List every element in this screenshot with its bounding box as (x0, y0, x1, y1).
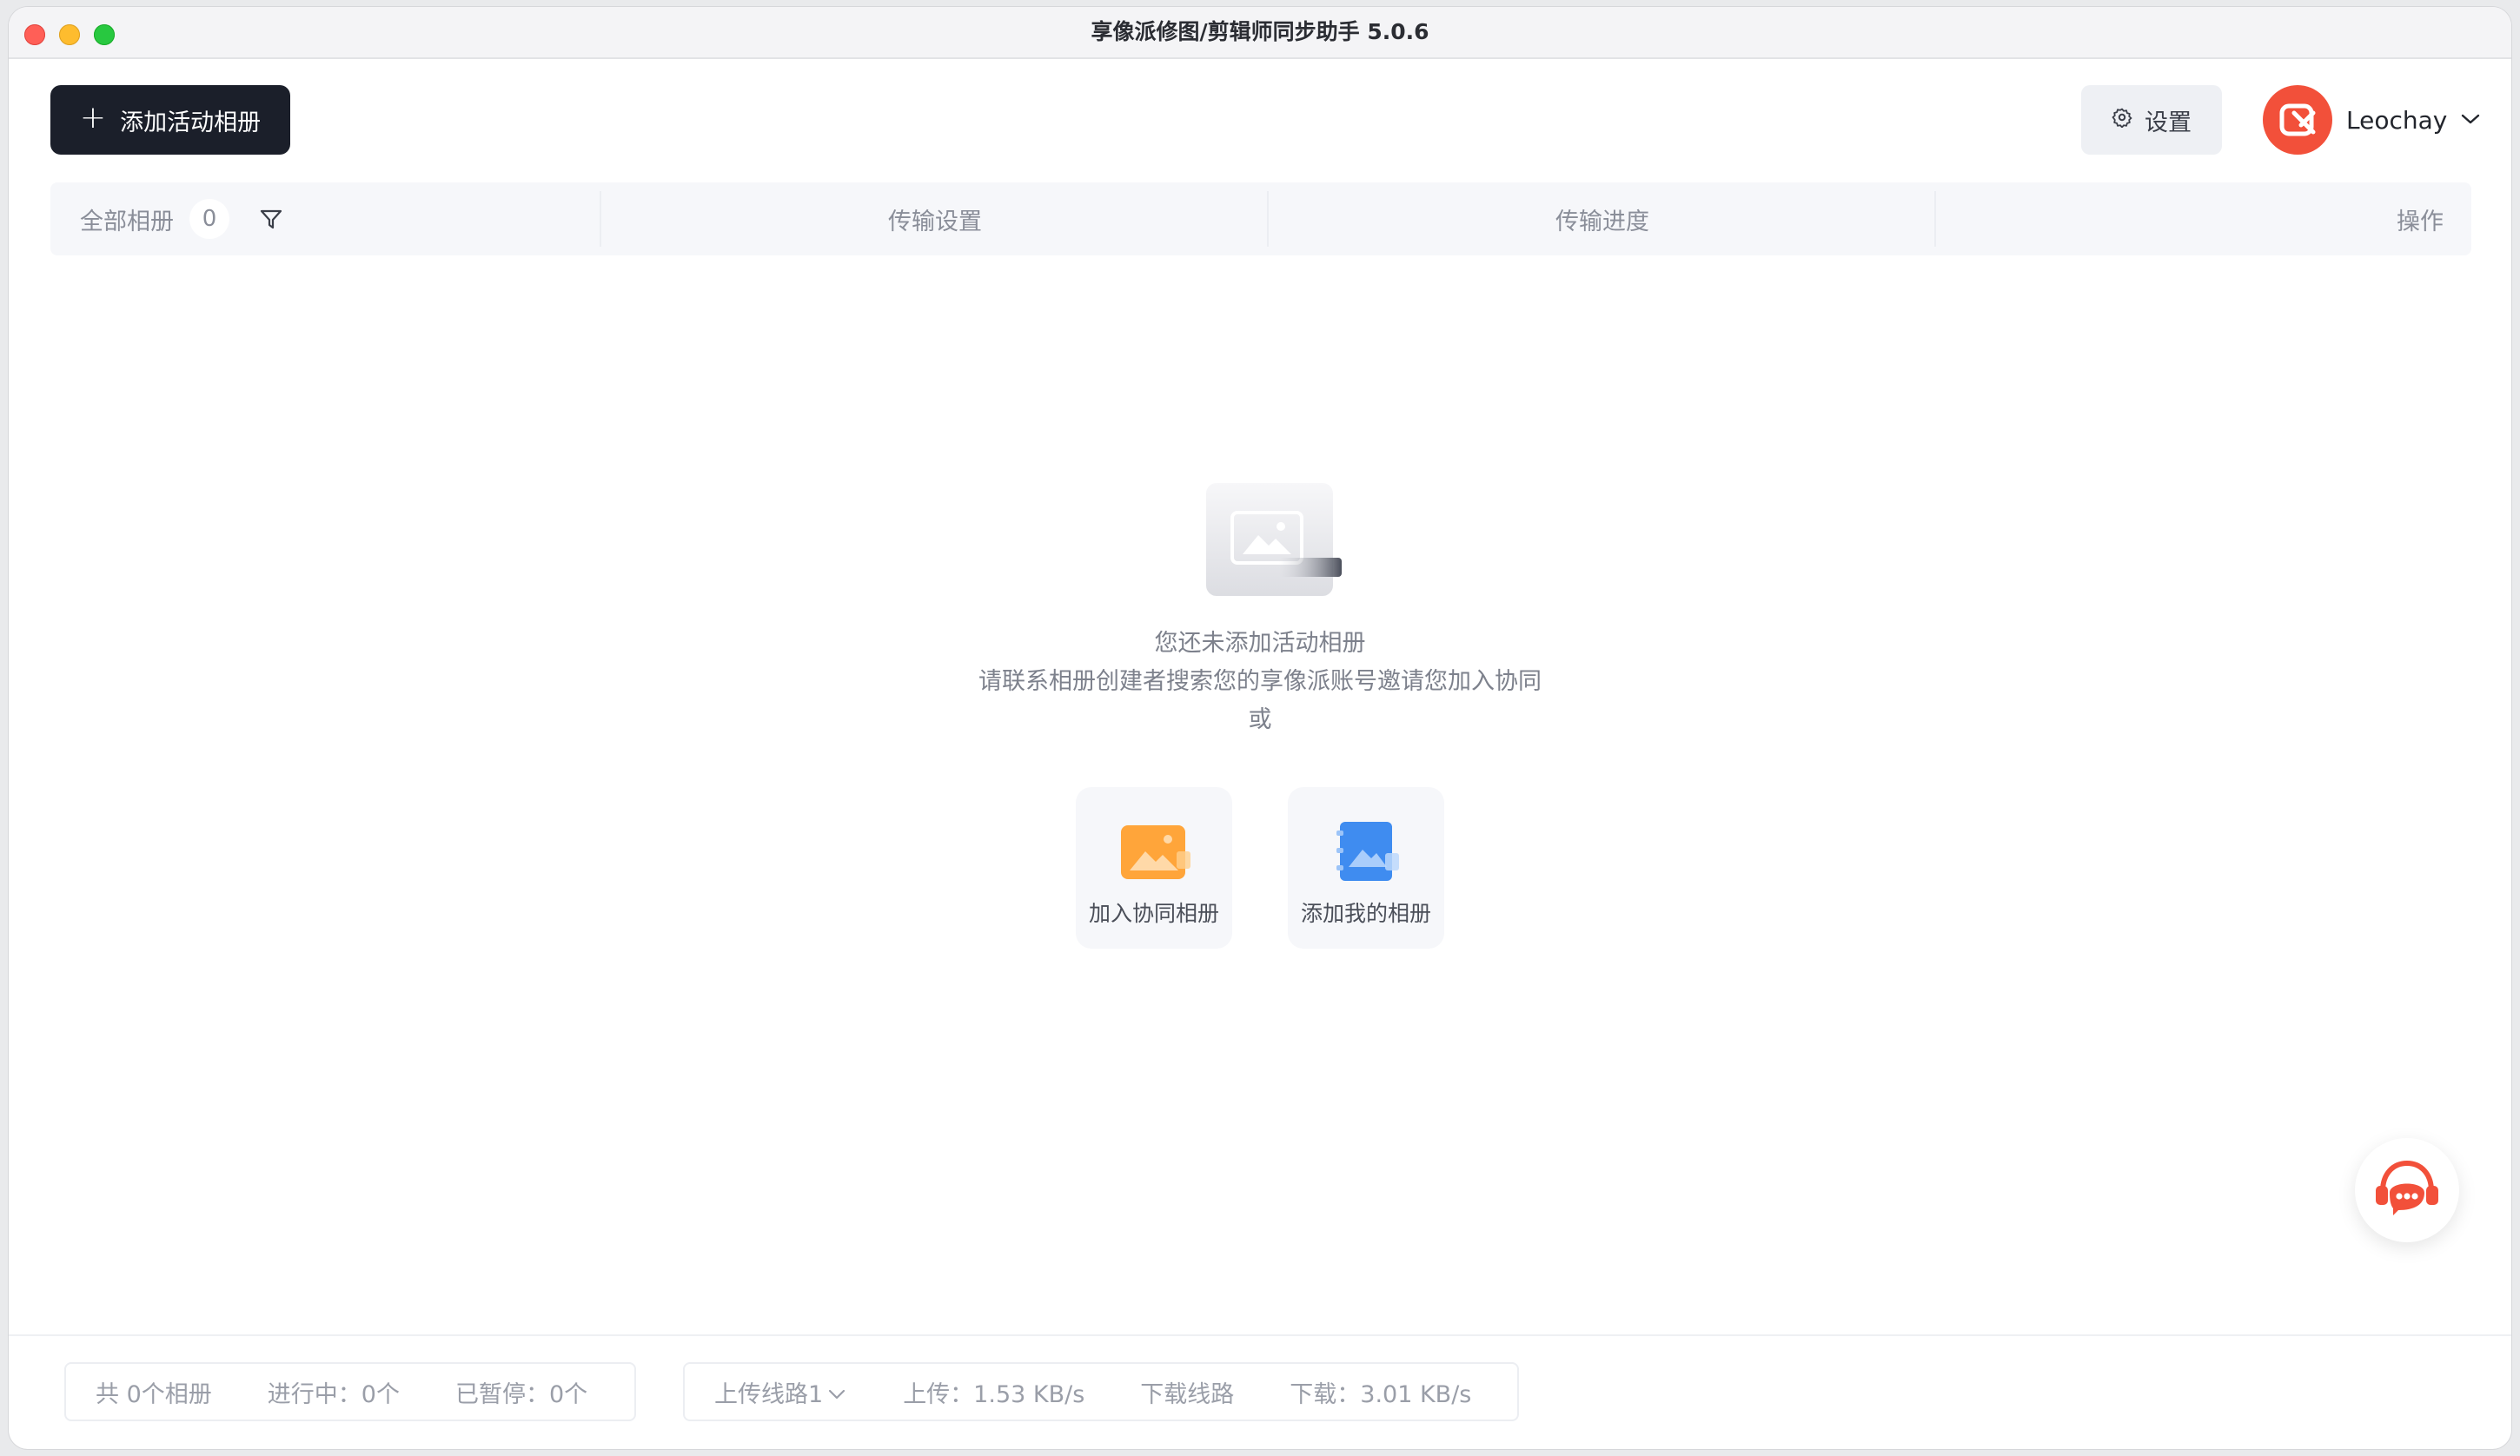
empty-message-line2: 请联系相册创建者搜索您的享像派账号邀请您加入协同 (978, 668, 1542, 695)
footer-divider (9, 1334, 2511, 1336)
album-stats: 共 0个相册 进行中：0个 已暂停：0个 (64, 1362, 636, 1421)
empty-message-or: 或 (1248, 706, 1272, 733)
transfer-progress-header: 传输进度 (1555, 208, 1649, 235)
chevron-down-icon (2461, 112, 2480, 129)
add-album-icon (1330, 818, 1403, 884)
window-title: 享像派修图/剪辑师同步助手 5.0.6 (1091, 19, 1429, 44)
settings-button[interactable]: 设置 (2081, 85, 2222, 155)
settings-label: 设置 (2145, 109, 2192, 136)
username: Leochay (2346, 105, 2448, 135)
join-collaborative-album-card[interactable]: 加入协同相册 (1076, 787, 1232, 949)
app-window: 享像派修图/剪辑师同步助手 5.0.6 + 添加活动相册 设置 Leochay … (9, 7, 2511, 1449)
add-activity-album-label: 添加活动相册 (120, 109, 262, 136)
empty-message-line1: 您还未添加活动相册 (1154, 630, 1366, 657)
album-count-badge: 0 (189, 199, 229, 239)
add-my-album-card[interactable]: 添加我的相册 (1288, 787, 1444, 949)
empty-album-illustration (1204, 483, 1343, 601)
album-table-header: 全部相册 0 传输设置 传输进度 操作 (50, 182, 2471, 255)
customer-support-button[interactable] (2355, 1138, 2459, 1242)
total-albums: 共 0个相册 (96, 1380, 212, 1408)
chevron-down-icon (828, 1379, 846, 1406)
join-album-icon (1117, 818, 1190, 884)
network-stats: 上传线路1 上传：1.53 KB/s 下载线路 下载：3.01 KB/s (683, 1362, 1519, 1421)
filter-icon[interactable] (259, 207, 283, 231)
transfer-settings-header: 传输设置 (888, 208, 982, 235)
upload-route-label: 上传线路1 (714, 1380, 824, 1408)
plus-icon: + (79, 100, 107, 136)
upload-route-select[interactable]: 上传线路1 (714, 1375, 846, 1409)
download-speed: 下载：3.01 KB/s (1290, 1380, 1472, 1408)
upload-speed: 上传：1.53 KB/s (903, 1380, 1085, 1408)
add-activity-album-button[interactable]: + 添加活动相册 (50, 85, 290, 155)
all-albums-label: 全部相册 (80, 208, 174, 235)
add-album-label: 添加我的相册 (1300, 901, 1431, 926)
paused-count: 已暂停：0个 (454, 1380, 588, 1408)
user-menu[interactable]: Leochay (2263, 85, 2480, 155)
download-route-select[interactable]: 下载线路 (1140, 1375, 1234, 1409)
customer-support-icon (2372, 1158, 2442, 1222)
join-album-label: 加入协同相册 (1088, 901, 1219, 926)
actions-header: 操作 (2397, 208, 2444, 235)
title-bar: 享像派修图/剪辑师同步助手 5.0.6 (9, 7, 2511, 59)
brand-avatar-icon (2263, 85, 2332, 155)
gear-icon (2112, 107, 2132, 134)
all-albums-header: 全部相册 0 (80, 182, 283, 255)
in-progress-count: 进行中：0个 (267, 1380, 400, 1408)
